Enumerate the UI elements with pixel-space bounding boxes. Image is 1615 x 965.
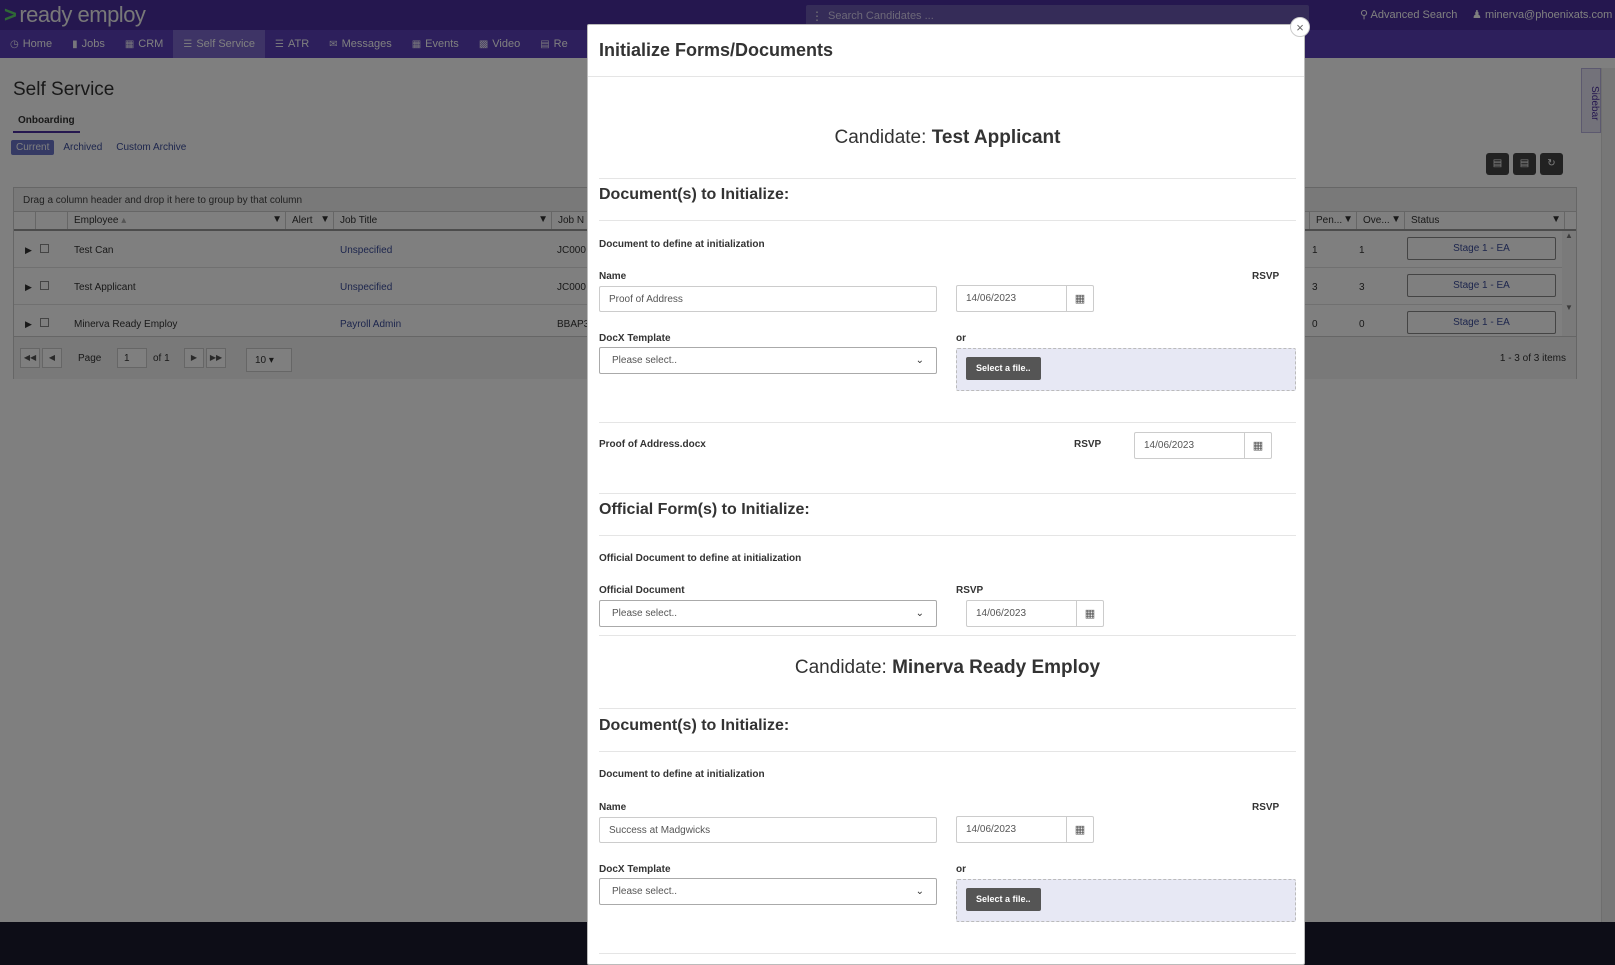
define-label: Document to define at initialization [599, 769, 765, 780]
modal-header: Initialize Forms/Documents [588, 25, 1304, 77]
or-label: or [956, 333, 966, 344]
calendar-icon[interactable]: ▦ [1244, 433, 1271, 458]
file-dropzone[interactable]: Select a file.. [956, 879, 1296, 922]
official-heading: Official Form(s) to Initialize: [599, 501, 810, 518]
rsvp-date-value: 14/06/2023 [966, 824, 1017, 835]
close-icon[interactable]: × [1290, 17, 1310, 37]
select-value: Please select.. [612, 355, 678, 366]
docs-heading: Document(s) to Initialize: [599, 186, 790, 203]
candidate-label: Candidate: [794, 657, 887, 678]
candidate-name: Test Applicant [931, 127, 1061, 148]
official-doc-select[interactable]: Please select.. ⌄ [599, 600, 937, 627]
doc-name-input[interactable]: Success at Madgwicks [599, 817, 937, 843]
candidate-name: Minerva Ready Employ [892, 657, 1101, 678]
name-label: Name [599, 271, 627, 282]
rsvp-date-picker[interactable]: 14/06/2023 ▦ [956, 285, 1094, 312]
select-value: Please select.. [612, 608, 678, 619]
calendar-icon[interactable]: ▦ [1066, 286, 1093, 311]
rsvp-label: RSVP [1074, 439, 1102, 450]
file-dropzone[interactable]: Select a file.. [956, 348, 1296, 391]
select-value: Please select.. [612, 886, 678, 897]
divider [599, 493, 1296, 494]
divider [599, 422, 1296, 423]
calendar-icon[interactable]: ▦ [1066, 817, 1093, 842]
doc-name-value: Success at Madgwicks [609, 824, 711, 836]
divider [599, 220, 1296, 221]
doc-name-input[interactable]: Proof of Address [599, 286, 937, 312]
candidate-heading: Candidate: Minerva Ready Employ [599, 657, 1296, 679]
official-doc-label: Official Document [599, 585, 685, 596]
candidate-label: Candidate: [834, 127, 927, 148]
rsvp-date-picker[interactable]: 14/06/2023 ▦ [956, 816, 1094, 843]
official-define-label: Official Document to define at initializ… [599, 553, 802, 564]
chevron-down-icon: ⌄ [915, 355, 924, 366]
select-file-button[interactable]: Select a file.. [966, 888, 1041, 911]
define-label: Document to define at initialization [599, 239, 765, 250]
docx-template-select[interactable]: Please select.. ⌄ [599, 878, 937, 905]
or-label: or [956, 864, 966, 875]
rsvp-date-value: 14/06/2023 [976, 608, 1027, 619]
chevron-down-icon: ⌄ [915, 886, 924, 897]
divider [599, 535, 1296, 536]
docx-label: DocX Template [599, 333, 671, 344]
initialize-modal: Initialize Forms/Documents Candidate: Te… [587, 24, 1305, 965]
chevron-down-icon: ⌄ [915, 608, 924, 619]
docx-label: DocX Template [599, 864, 671, 875]
docx-template-select[interactable]: Please select.. ⌄ [599, 347, 937, 374]
divider [599, 708, 1296, 709]
candidate-heading: Candidate: Test Applicant [599, 127, 1296, 149]
rsvp-label: RSVP [1252, 802, 1280, 813]
doc-name-value: Proof of Address [609, 293, 683, 305]
rsvp-label: RSVP [956, 585, 984, 596]
divider [599, 178, 1296, 179]
divider [599, 635, 1296, 636]
select-file-button[interactable]: Select a file.. [966, 357, 1041, 380]
calendar-icon[interactable]: ▦ [1076, 601, 1103, 626]
attached-file-name: Proof of Address.docx [599, 439, 706, 450]
name-label: Name [599, 802, 627, 813]
divider [599, 953, 1296, 954]
attached-rsvp-date-picker[interactable]: 14/06/2023 ▦ [1134, 432, 1272, 459]
rsvp-date-value: 14/06/2023 [1144, 440, 1195, 451]
divider [599, 751, 1296, 752]
modal-title: Initialize Forms/Documents [599, 40, 834, 60]
rsvp-date-value: 14/06/2023 [966, 293, 1017, 304]
official-rsvp-date-picker[interactable]: 14/06/2023 ▦ [966, 600, 1104, 627]
rsvp-label: RSVP [1252, 271, 1280, 282]
docs-heading: Document(s) to Initialize: [599, 717, 790, 734]
